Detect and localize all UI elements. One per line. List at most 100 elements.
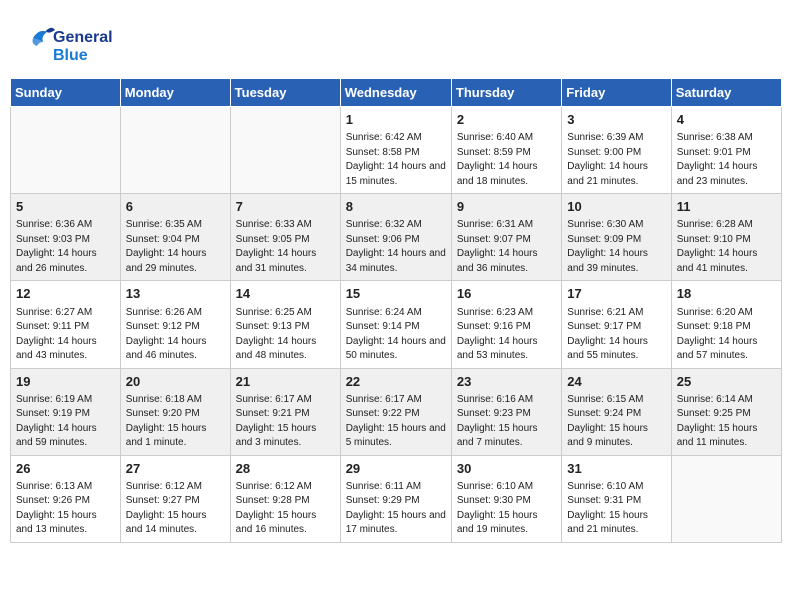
day-info: Sunrise: 6:32 AMSunset: 9:06 PMDaylight:… [346, 218, 446, 276]
day-number: 30 [457, 460, 556, 478]
calendar-cell: 2Sunrise: 6:40 AMSunset: 8:59 PMDaylight… [451, 107, 561, 194]
page-header: General Blue [10, 10, 782, 73]
day-number: 19 [16, 373, 115, 391]
day-number: 25 [677, 373, 776, 391]
day-number: 7 [236, 198, 335, 216]
day-info: Sunrise: 6:19 AMSunset: 9:19 PMDaylight:… [16, 393, 115, 451]
calendar-week-row: 19 Sunrise: 6:19 AMSunset: 9:19 PMDayligh… [11, 368, 782, 455]
calendar-cell: 15 Sunrise: 6:24 AMSunset: 9:14 PMDayligh… [340, 281, 451, 368]
day-number: 12 [16, 285, 115, 303]
day-info: Sunrise: 6:10 AMSunset: 9:31 PMDaylight:… [567, 480, 665, 538]
day-info: Sunrise: 6:38 AMSunset: 9:01 PMDaylight:… [677, 131, 776, 189]
calendar-week-row: 26 Sunrise: 6:13 AMSunset: 9:26 PMDayligh… [11, 455, 782, 542]
day-number: 26 [16, 460, 115, 478]
header-tuesday: Tuesday [230, 79, 340, 107]
day-info: Sunrise: 6:12 AMSunset: 9:28 PMDaylight:… [236, 480, 335, 538]
day-number: 24 [567, 373, 665, 391]
calendar-cell: 6 Sunrise: 6:35 AMSunset: 9:04 PMDaylight… [120, 194, 230, 281]
header-thursday: Thursday [451, 79, 561, 107]
calendar-cell: 14Sunrise: 6:25 AMSunset: 9:13 PMDayligh… [230, 281, 340, 368]
day-info: Sunrise: 6:36 AMSunset: 9:03 PMDaylight:… [16, 218, 115, 276]
calendar-cell: 28Sunrise: 6:12 AMSunset: 9:28 PMDayligh… [230, 455, 340, 542]
calendar-week-row: 12 Sunrise: 6:27 AMSunset: 9:11 PMDayligh… [11, 281, 782, 368]
day-info: Sunrise: 6:31 AMSunset: 9:07 PMDaylight:… [457, 218, 556, 276]
day-number: 9 [457, 198, 556, 216]
day-info: Sunrise: 6:17 AMSunset: 9:21 PMDaylight:… [236, 393, 335, 451]
day-number: 6 [126, 198, 225, 216]
calendar-cell: 18Sunrise: 6:20 AMSunset: 9:18 PMDayligh… [671, 281, 781, 368]
calendar-cell [671, 455, 781, 542]
calendar-cell: 7 Sunrise: 6:33 AMSunset: 9:05 PMDaylight… [230, 194, 340, 281]
calendar-week-row: 5 Sunrise: 6:36 AMSunset: 9:03 PMDaylight… [11, 194, 782, 281]
calendar-cell: 5 Sunrise: 6:36 AMSunset: 9:03 PMDaylight… [11, 194, 121, 281]
day-info: Sunrise: 6:11 AMSunset: 9:29 PMDaylight:… [346, 480, 446, 538]
header-monday: Monday [120, 79, 230, 107]
calendar-cell: 26 Sunrise: 6:13 AMSunset: 9:26 PMDayligh… [11, 455, 121, 542]
logo-svg: General Blue [25, 20, 120, 68]
calendar-week-row: 1Sunrise: 6:42 AMSunset: 8:58 PMDaylight… [11, 107, 782, 194]
day-info: Sunrise: 6:21 AMSunset: 9:17 PMDaylight:… [567, 306, 665, 364]
calendar-header-row: SundayMondayTuesdayWednesdayThursdayFrid… [11, 79, 782, 107]
day-number: 4 [677, 111, 776, 129]
calendar-cell: 20Sunrise: 6:18 AMSunset: 9:20 PMDayligh… [120, 368, 230, 455]
day-number: 14 [236, 285, 335, 303]
calendar-cell [120, 107, 230, 194]
svg-text:Blue: Blue [53, 47, 88, 64]
calendar-cell [11, 107, 121, 194]
calendar-table: SundayMondayTuesdayWednesdayThursdayFrid… [10, 78, 782, 543]
day-number: 15 [346, 285, 446, 303]
calendar-cell [230, 107, 340, 194]
day-info: Sunrise: 6:27 AMSunset: 9:11 PMDaylight:… [16, 306, 115, 364]
day-number: 31 [567, 460, 665, 478]
day-number: 13 [126, 285, 225, 303]
day-info: Sunrise: 6:13 AMSunset: 9:26 PMDaylight:… [16, 480, 115, 538]
day-info: Sunrise: 6:42 AMSunset: 8:58 PMDaylight:… [346, 131, 446, 189]
calendar-cell: 9 Sunrise: 6:31 AMSunset: 9:07 PMDaylight… [451, 194, 561, 281]
day-number: 27 [126, 460, 225, 478]
calendar-cell: 10 Sunrise: 6:30 AMSunset: 9:09 PMDayligh… [562, 194, 671, 281]
calendar-cell: 3Sunrise: 6:39 AMSunset: 9:00 PMDaylight… [562, 107, 671, 194]
day-info: Sunrise: 6:15 AMSunset: 9:24 PMDaylight:… [567, 393, 665, 451]
day-number: 22 [346, 373, 446, 391]
day-info: Sunrise: 6:10 AMSunset: 9:30 PMDaylight:… [457, 480, 556, 538]
day-info: Sunrise: 6:16 AMSunset: 9:23 PMDaylight:… [457, 393, 556, 451]
calendar-cell: 21 Sunrise: 6:17 AMSunset: 9:21 PMDayligh… [230, 368, 340, 455]
day-info: Sunrise: 6:20 AMSunset: 9:18 PMDaylight:… [677, 306, 776, 364]
calendar-cell: 16 Sunrise: 6:23 AMSunset: 9:16 PMDayligh… [451, 281, 561, 368]
calendar-cell: 23Sunrise: 6:16 AMSunset: 9:23 PMDayligh… [451, 368, 561, 455]
day-info: Sunrise: 6:30 AMSunset: 9:09 PMDaylight:… [567, 218, 665, 276]
day-info: Sunrise: 6:17 AMSunset: 9:22 PMDaylight:… [346, 393, 446, 451]
day-number: 11 [677, 198, 776, 216]
calendar-cell: 12 Sunrise: 6:27 AMSunset: 9:11 PMDayligh… [11, 281, 121, 368]
day-number: 10 [567, 198, 665, 216]
day-number: 29 [346, 460, 446, 478]
header-sunday: Sunday [11, 79, 121, 107]
calendar-cell: 31 Sunrise: 6:10 AMSunset: 9:31 PMDayligh… [562, 455, 671, 542]
calendar-cell: 27 Sunrise: 6:12 AMSunset: 9:27 PMDayligh… [120, 455, 230, 542]
svg-text:General: General [53, 29, 113, 46]
calendar-cell: 30 Sunrise: 6:10 AMSunset: 9:30 PMDayligh… [451, 455, 561, 542]
calendar-cell: 4 Sunrise: 6:38 AMSunset: 9:01 PMDaylight… [671, 107, 781, 194]
calendar-cell: 19 Sunrise: 6:19 AMSunset: 9:19 PMDayligh… [11, 368, 121, 455]
day-info: Sunrise: 6:28 AMSunset: 9:10 PMDaylight:… [677, 218, 776, 276]
day-info: Sunrise: 6:23 AMSunset: 9:16 PMDaylight:… [457, 306, 556, 364]
day-info: Sunrise: 6:14 AMSunset: 9:25 PMDaylight:… [677, 393, 776, 451]
day-info: Sunrise: 6:12 AMSunset: 9:27 PMDaylight:… [126, 480, 225, 538]
day-number: 16 [457, 285, 556, 303]
header-saturday: Saturday [671, 79, 781, 107]
day-info: Sunrise: 6:35 AMSunset: 9:04 PMDaylight:… [126, 218, 225, 276]
day-number: 8 [346, 198, 446, 216]
calendar-cell: 8 Sunrise: 6:32 AMSunset: 9:06 PMDaylight… [340, 194, 451, 281]
day-number: 21 [236, 373, 335, 391]
calendar-cell: 11 Sunrise: 6:28 AMSunset: 9:10 PMDayligh… [671, 194, 781, 281]
calendar-cell: 1Sunrise: 6:42 AMSunset: 8:58 PMDaylight… [340, 107, 451, 194]
day-info: Sunrise: 6:33 AMSunset: 9:05 PMDaylight:… [236, 218, 335, 276]
day-number: 5 [16, 198, 115, 216]
day-info: Sunrise: 6:24 AMSunset: 9:14 PMDaylight:… [346, 306, 446, 364]
calendar-cell: 17 Sunrise: 6:21 AMSunset: 9:17 PMDayligh… [562, 281, 671, 368]
day-number: 17 [567, 285, 665, 303]
calendar-cell: 22 Sunrise: 6:17 AMSunset: 9:22 PMDayligh… [340, 368, 451, 455]
day-info: Sunrise: 6:18 AMSunset: 9:20 PMDaylight:… [126, 393, 225, 451]
calendar-cell: 13Sunrise: 6:26 AMSunset: 9:12 PMDayligh… [120, 281, 230, 368]
header-friday: Friday [562, 79, 671, 107]
